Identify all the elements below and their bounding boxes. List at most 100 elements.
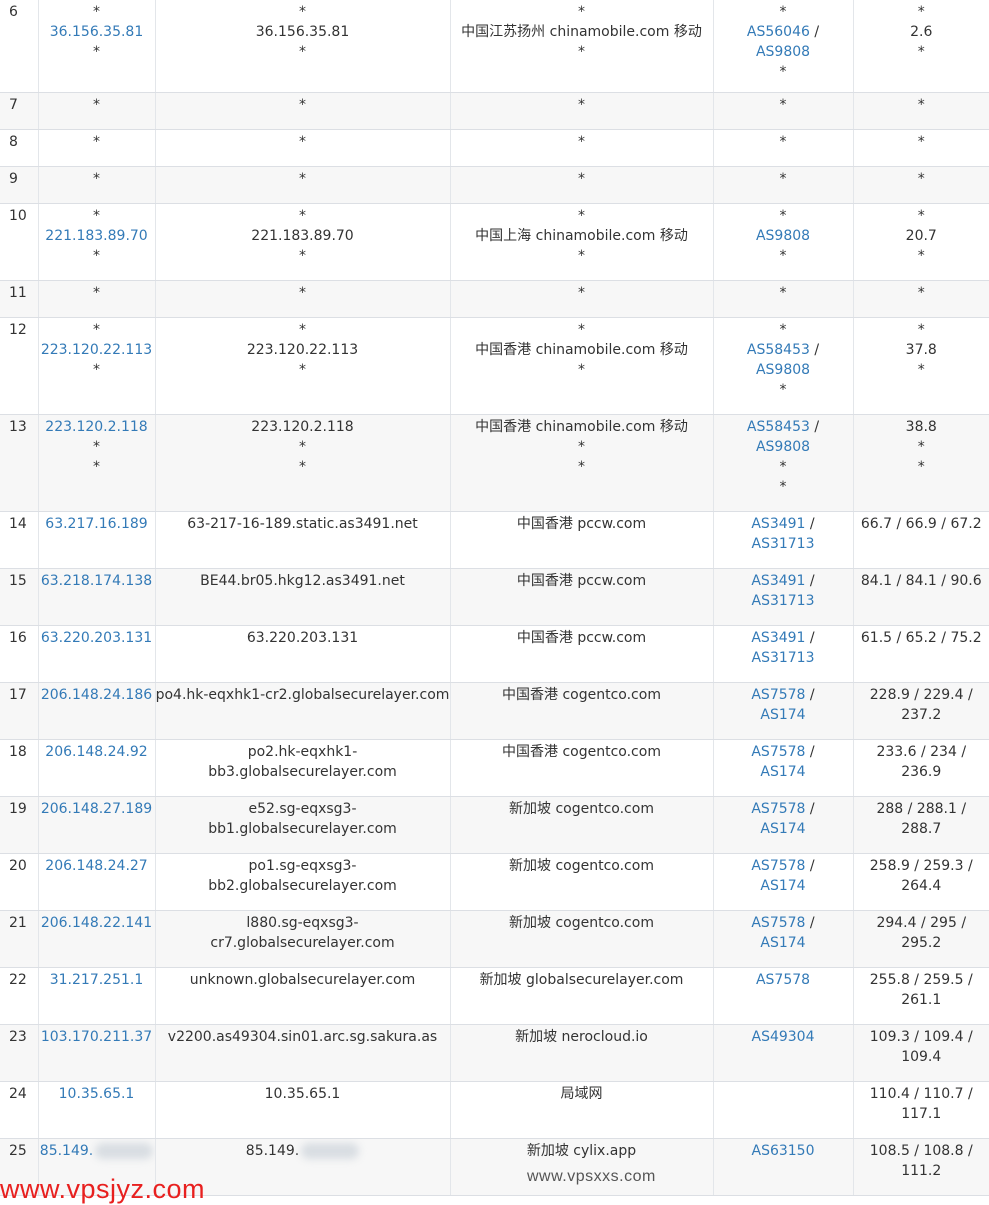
ip-link[interactable]: 206.148.24.27 (39, 856, 155, 876)
asn-cell: AS58453 / AS9808 * * (713, 414, 854, 512)
timeout-marker: * (39, 246, 155, 266)
hostname-part: e52.sg-eqxsg3- (248, 800, 357, 817)
traceroute-body: 6 * 36.156.35.81 * * 36.156.35.81 * * 中国江苏扬州 chi… (0, 0, 989, 1196)
asn-link[interactable]: AS7578 (751, 801, 805, 817)
timeout-marker: * (578, 44, 585, 60)
ip-link[interactable]: 221.183.89.70 (39, 226, 155, 246)
ip-link[interactable]: 31.217.251.1 (39, 970, 155, 990)
location-lines: 中国香港 pccw.com (451, 512, 713, 534)
asn-link[interactable]: AS58453 (747, 342, 810, 358)
asn-group: AS7578 / AS174 (714, 856, 853, 896)
asn-group: AS7578 / AS174 (714, 685, 853, 725)
hostname-value: * (299, 4, 306, 20)
ip-link[interactable]: 206.148.24.92 (39, 742, 155, 762)
hostname-lines: l880.sg-eqxsg3- cr7.globalsecurelayer.com (156, 911, 450, 953)
asn-link[interactable]: AS9808 (756, 228, 810, 244)
asn-lines: AS3491 / AS31713 (714, 512, 853, 554)
timeout-marker: * (156, 360, 450, 380)
timeout-marker: * (917, 321, 925, 338)
asn-link[interactable]: AS31713 (752, 536, 815, 552)
ip-link[interactable]: 85.149. (39, 1141, 155, 1161)
timeout-marker: * (39, 283, 155, 303)
asn-cell: * (713, 129, 854, 167)
timeout-marker: * (156, 437, 450, 457)
asn-link[interactable]: AS9808 (756, 44, 810, 60)
hostname-lines: BE44.br05.hkg12.as3491.net (156, 569, 450, 591)
ip-text: * (93, 133, 100, 150)
latency-text: 255.8 / 259.5 / 261.1 (854, 970, 989, 1010)
timeout-marker: * (917, 44, 925, 60)
ip-link[interactable]: 36.156.35.81 (39, 22, 155, 42)
asn-link[interactable]: AS7578 (751, 687, 805, 703)
asn-link[interactable]: AS63150 (752, 1143, 815, 1159)
hostname-cell: 223.120.2.118 * * (155, 414, 451, 512)
asn-link[interactable]: AS9808 (756, 362, 810, 378)
hostname-value: * (299, 133, 306, 150)
asn-link[interactable]: AS3491 (751, 573, 805, 589)
timeout-marker: * (39, 2, 155, 22)
hostname-text: e52.sg-eqxsg3- bb1.globalsecurelayer.com (156, 799, 450, 839)
ip-link[interactable]: 10.35.65.1 (39, 1084, 155, 1104)
latency-lines: * 37.8 * (854, 318, 989, 380)
latency-lines: * (854, 130, 989, 152)
timeout-marker: * (156, 2, 450, 22)
asn-link[interactable]: AS56046 (747, 24, 810, 40)
timeout-marker: * (156, 169, 450, 189)
timeout-marker: * (917, 133, 925, 150)
ip-link[interactable]: 63.220.203.131 (39, 628, 155, 648)
asn-link[interactable]: AS7578 (751, 915, 805, 931)
latency-text: 108.5 / 108.8 / 111.2 (854, 1141, 989, 1181)
asn-link[interactable]: AS7578 (756, 972, 810, 988)
asn-cell: AS3491 / AS31713 (713, 625, 854, 683)
latency-cell: 228.9 / 229.4 / 237.2 (853, 682, 989, 740)
ip-link[interactable]: 223.120.2.118 (39, 417, 155, 437)
timeout-marker: * (156, 246, 450, 266)
asn-link[interactable]: AS174 (760, 935, 805, 951)
asn-link[interactable]: AS31713 (752, 593, 815, 609)
ip-text: * (93, 4, 100, 20)
timeout-marker: * (39, 42, 155, 62)
asn-link[interactable]: AS3491 (751, 516, 805, 532)
asn-link[interactable]: AS174 (760, 707, 805, 723)
asn-link[interactable]: AS174 (760, 821, 805, 837)
ip-link[interactable]: 103.170.211.37 (39, 1027, 155, 1047)
ip-link[interactable]: 223.120.22.113 (39, 340, 155, 360)
latency-lines: * 20.7 * (854, 204, 989, 266)
asn-link[interactable]: AS7578 (751, 858, 805, 874)
latency-part: 236.9 (901, 763, 942, 780)
asn-link[interactable]: AS9808 (756, 439, 810, 455)
asn-cell: * AS56046 / AS9808 * (713, 0, 854, 93)
hostname-lines: po4.hk-eqxhk1-cr2.globalsecurelayer.com (156, 683, 449, 705)
ip-link[interactable]: 63.217.16.189 (39, 514, 155, 534)
asn-link[interactable]: AS31713 (752, 650, 815, 666)
asn-link[interactable]: AS3491 (751, 630, 805, 646)
timeout-marker: * (779, 284, 787, 301)
asn-cell: AS7578 / AS174 (713, 853, 854, 911)
timeout-marker: * (578, 96, 585, 113)
latency-cell: * 20.7 * (853, 203, 989, 281)
hop-cell: 13 (0, 414, 39, 512)
hostname-value: * (299, 44, 306, 60)
hostname-value: * (299, 170, 306, 187)
asn-link[interactable]: AS174 (760, 764, 805, 780)
ip-link[interactable]: 206.148.27.189 (39, 799, 155, 819)
asn-link[interactable]: AS58453 (747, 419, 810, 435)
latency-part: 233.6 / 234 / (876, 743, 967, 760)
ip-link[interactable]: 206.148.24.186 (39, 685, 155, 705)
asn-link[interactable]: AS7578 (751, 744, 805, 760)
hostname-lines: * 36.156.35.81 * (156, 0, 450, 62)
timeout-marker: * (779, 207, 787, 224)
latency-lines: * (854, 167, 989, 189)
latency-cell: 84.1 / 84.1 / 90.6 (853, 568, 989, 626)
asn-link[interactable]: AS49304 (752, 1029, 815, 1045)
location-lines: 中国香港 pccw.com (451, 569, 713, 591)
hostname-text: 221.183.89.70 (156, 226, 450, 246)
ip-cell: * (38, 129, 156, 167)
ip-link[interactable]: 63.218.174.138 (39, 571, 155, 591)
ip-text: 31.217.251.1 (49, 971, 144, 988)
timeout-marker: * (156, 42, 450, 62)
asn-link[interactable]: AS174 (760, 878, 805, 894)
ip-link[interactable]: 206.148.22.141 (39, 913, 155, 933)
asn-lines: * (714, 281, 853, 303)
latency-cell: 66.7 / 66.9 / 67.2 (853, 511, 989, 569)
